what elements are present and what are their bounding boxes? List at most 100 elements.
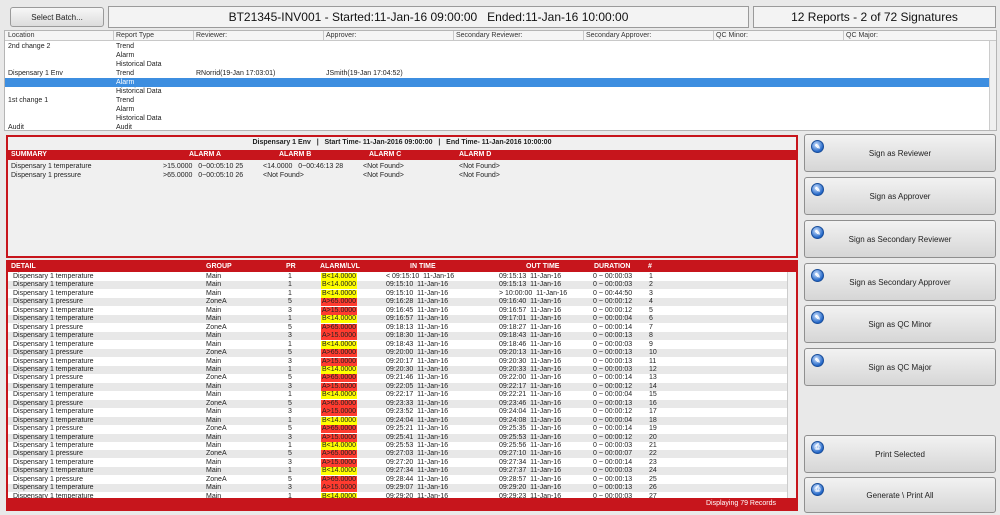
detail-row[interactable]: Dispensary 1 temperature Main 3 A>15.0000 09… [8, 408, 788, 417]
detail-alarm-level: A>65.0000 [321, 475, 358, 484]
col-location[interactable]: Location [8, 32, 34, 39]
detail-group: Main [206, 273, 222, 280]
report-row[interactable]: Audit Audit [5, 123, 991, 130]
detail-in-time: 09:18:13 11-Jan-16 [386, 323, 449, 331]
detail-name: Dispensary 1 temperature [13, 273, 94, 280]
summary-row[interactable]: Dispensary 1 pressure >65.0000 0~00:05:10… [8, 171, 796, 180]
detail-in-time: 09:15:10 11-Jan-16 [386, 289, 449, 297]
report-type: Historical Data [116, 61, 162, 68]
detail-row[interactable]: Dispensary 1 temperature Main 3 A>15.0000 09… [8, 332, 788, 341]
sign-qc-major-button[interactable]: ✎ Sign as QC Major [804, 348, 996, 386]
detail-in-time: 09:25:21 11-Jan-16 [386, 425, 449, 433]
detail-row[interactable]: Dispensary 1 pressure ZoneA 5 A>65.0000 09:2… [8, 399, 788, 408]
detail-duration: 0 ~ 00:00:04 [593, 416, 633, 424]
sign-secondary-reviewer-button[interactable]: ✎ Sign as Secondary Reviewer [804, 220, 996, 258]
detail-row[interactable]: Dispensary 1 temperature Main 1 B<14.0000 09… [8, 442, 788, 450]
detail-row[interactable]: Dispensary 1 temperature Main 3 A>15.0000 09… [8, 433, 788, 442]
summary-title: Dispensary 1 Env | Start Time- 11-Jan-20… [8, 137, 796, 149]
sign-approver-button[interactable]: ✎ Sign as Approver [804, 177, 996, 215]
report-row[interactable]: Historical Data [5, 114, 991, 123]
col-group[interactable]: GROUP [206, 263, 232, 270]
col-detail[interactable]: DETAIL [11, 263, 36, 270]
detail-number: 18 [649, 416, 657, 424]
detail-out-time: 09:24:04 11-Jan-16 [499, 408, 562, 416]
select-batch-button[interactable]: Select Batch... [10, 7, 104, 27]
detail-row[interactable]: Dispensary 1 pressure ZoneA 5 A>65.0000 09:1… [8, 298, 788, 307]
detail-row[interactable]: Dispensary 1 temperature Main 3 A>15.0000 09… [8, 484, 788, 493]
col-qc-minor[interactable]: QC Minor: [716, 32, 748, 39]
print-selected-button[interactable]: ⎙ Print Selected [804, 435, 996, 473]
col-duration[interactable]: DURATION [594, 263, 630, 270]
col-alarm-b: ALARM B [279, 151, 312, 158]
detail-row[interactable]: Dispensary 1 temperature Main 3 A>15.0000 09… [8, 458, 788, 467]
sign-reviewer-button[interactable]: ✎ Sign as Reviewer [804, 134, 996, 172]
detail-out-time: 09:25:56 11-Jan-16 [499, 442, 562, 449]
col-qc-major[interactable]: QC Major: [846, 32, 878, 39]
col-secondary-reviewer[interactable]: Secondary Reviewer: [456, 32, 523, 39]
detail-number: 20 [649, 433, 657, 441]
col-secondary-approver[interactable]: Secondary Approver: [586, 32, 651, 39]
detail-out-time: 09:25:35 11-Jan-16 [499, 425, 562, 433]
detail-row[interactable]: Dispensary 1 temperature Main 1 B<14.0000 09… [8, 281, 788, 290]
summary-row[interactable]: Dispensary 1 temperature >15.0000 0~00:05… [8, 162, 796, 171]
report-count-text: 12 Reports - 2 of 72 Signatures [791, 10, 958, 24]
report-row[interactable]: Alarm [5, 105, 991, 114]
reports-grid-scrollbar[interactable] [989, 41, 996, 130]
sign-secondary-approver-button[interactable]: ✎ Sign as Secondary Approver [804, 263, 996, 301]
detail-duration: 0 ~ 00:00:12 [593, 433, 633, 441]
col-out-time[interactable]: OUT TIME [526, 263, 559, 270]
report-type: Trend [116, 97, 135, 104]
detail-row[interactable]: Dispensary 1 temperature Main 1 B<14.0000 09… [8, 289, 788, 298]
detail-duration: 0 ~ 00:00:12 [593, 298, 633, 306]
print-selected-label: Print Selected [875, 449, 925, 459]
report-row[interactable]: Historical Data [5, 87, 991, 96]
detail-duration: 0 ~ 00:00:13 [593, 332, 633, 340]
detail-row[interactable]: Dispensary 1 temperature Main 1 B<14.0000 09… [8, 416, 788, 425]
detail-number: 12 [649, 365, 657, 373]
col-number[interactable]: # [648, 263, 652, 270]
report-row[interactable]: Alarm [5, 51, 991, 60]
detail-duration: 0 ~ 00:00:13 [593, 475, 633, 483]
col-reviewer[interactable]: Reviewer: [196, 32, 227, 39]
col-pr[interactable]: PR [286, 263, 296, 270]
detail-duration: 0 ~ 00:00:03 [593, 442, 633, 449]
detail-row[interactable]: Dispensary 1 pressure ZoneA 5 A>65.0000 09:2… [8, 374, 788, 383]
detail-pr: 1 [288, 467, 292, 475]
detail-row[interactable]: Dispensary 1 temperature Main 3 A>15.0000 09… [8, 357, 788, 366]
detail-row[interactable]: Dispensary 1 temperature Main 1 B<14.0000 09… [8, 391, 788, 400]
detail-scrollbar[interactable] [787, 272, 796, 498]
detail-row[interactable]: Dispensary 1 temperature Main 1 B<14.0000 09… [8, 365, 788, 374]
print-icon: ⎙ [811, 441, 824, 454]
sign-qc-minor-button[interactable]: ✎ Sign as QC Minor [804, 305, 996, 343]
detail-in-time: 09:20:17 11-Jan-16 [386, 357, 449, 365]
report-row[interactable]: Alarm [5, 78, 991, 87]
detail-alarm-level: A>65.0000 [321, 374, 358, 383]
detail-row[interactable]: Dispensary 1 pressure ZoneA 5 A>65.0000 09:2… [8, 349, 788, 358]
col-approver[interactable]: Approver: [326, 32, 356, 39]
col-in-time[interactable]: IN TIME [410, 263, 436, 270]
detail-name: Dispensary 1 temperature [13, 408, 94, 416]
detail-alarm-level: A>15.0000 [321, 458, 358, 467]
detail-row[interactable]: Dispensary 1 temperature Main 1 B<14.0000 < … [8, 273, 788, 281]
detail-row[interactable]: Dispensary 1 pressure ZoneA 5 A>65.0000 09:2… [8, 425, 788, 434]
col-report-type[interactable]: Report Type [116, 32, 154, 39]
generate-print-all-label: Generate \ Print All [866, 490, 934, 500]
detail-row[interactable]: Dispensary 1 pressure ZoneA 5 A>65.0000 09:2… [8, 475, 788, 484]
report-row[interactable]: Dispensary 1 Env Trend RNorrid(19-Jan 17:0… [5, 69, 991, 78]
detail-row[interactable]: Dispensary 1 temperature Main 3 A>15.0000 09… [8, 306, 788, 315]
generate-print-all-button[interactable]: ⎙ Generate \ Print All [804, 477, 996, 513]
detail-row[interactable]: Dispensary 1 pressure ZoneA 5 A>65.0000 09:2… [8, 450, 788, 459]
detail-row[interactable]: Dispensary 1 temperature Main 1 B<14.0000 09… [8, 340, 788, 349]
detail-number: 2 [649, 281, 653, 289]
col-alarm-lvl[interactable]: ALARM/LVL [320, 263, 360, 270]
report-row[interactable]: Historical Data [5, 60, 991, 69]
detail-row[interactable]: Dispensary 1 temperature Main 1 B<14.0000 09… [8, 315, 788, 324]
detail-header: DETAIL GROUP PR ALARM/LVL IN TIME OUT TI… [8, 262, 796, 272]
summary-alarm-b: <Not Found> [263, 172, 304, 179]
report-row[interactable]: 1st change 1 Trend [5, 96, 991, 105]
detail-row[interactable]: Dispensary 1 temperature Main 3 A>15.0000 09… [8, 382, 788, 391]
detail-row[interactable]: Dispensary 1 temperature Main 1 B<14.0000 09… [8, 467, 788, 476]
detail-row[interactable]: Dispensary 1 pressure ZoneA 5 A>65.0000 09:1… [8, 323, 788, 332]
detail-name: Dispensary 1 temperature [13, 433, 94, 441]
report-row[interactable]: 2nd change 2 Trend [5, 42, 991, 51]
